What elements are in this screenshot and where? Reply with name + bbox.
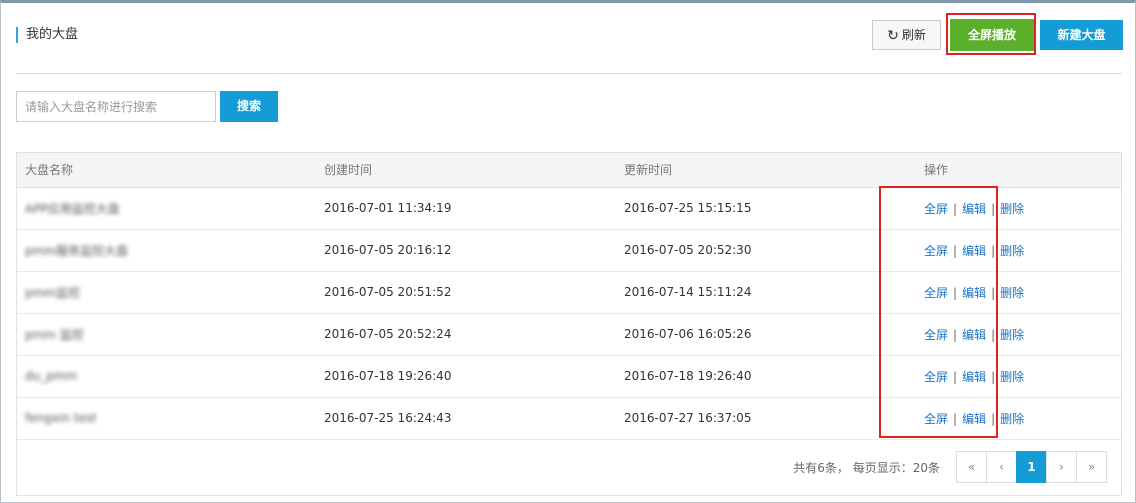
delete-link[interactable]: 删除 bbox=[1000, 286, 1024, 300]
table-header-row: 大盘名称 创建时间 更新时间 操作 bbox=[17, 153, 1121, 188]
dashboard-name-text: pmm监控 bbox=[25, 285, 80, 300]
next-page-button[interactable]: › bbox=[1046, 451, 1077, 483]
refresh-label: 刷新 bbox=[901, 28, 926, 42]
delete-link[interactable]: 删除 bbox=[1000, 412, 1024, 426]
dashboard-name-text: fengxin test bbox=[25, 411, 97, 425]
header-divider bbox=[16, 73, 1122, 74]
dashboard-name-text: pmm服务监控大盘 bbox=[25, 243, 128, 258]
column-header-created: 创建时间 bbox=[316, 153, 616, 188]
dashboard-name-text: du_pmm bbox=[25, 369, 78, 383]
created-time: 2016-07-05 20:51:52 bbox=[316, 271, 616, 314]
created-time: 2016-07-05 20:52:24 bbox=[316, 313, 616, 356]
page-1-button[interactable]: 1 bbox=[1016, 451, 1047, 483]
dashboard-name-text: APP应用监控大盘 bbox=[25, 201, 120, 216]
search-button[interactable]: 搜索 bbox=[220, 91, 278, 122]
dashboard-name-text: pmm 监控 bbox=[25, 327, 84, 342]
created-time: 2016-07-18 19:26:40 bbox=[316, 355, 616, 398]
pagination: « ‹ 1 › » bbox=[956, 451, 1107, 483]
actions-highlight-box bbox=[879, 186, 998, 438]
column-header-actions: 操作 bbox=[916, 153, 1121, 188]
updated-time: 2016-07-14 15:11:24 bbox=[616, 271, 916, 314]
refresh-icon: ↻ bbox=[887, 28, 899, 44]
created-time: 2016-07-01 11:34:19 bbox=[316, 187, 616, 230]
created-time: 2016-07-05 20:16:12 bbox=[316, 229, 616, 272]
last-page-button[interactable]: » bbox=[1076, 451, 1107, 483]
dashboard-name: du_pmm bbox=[17, 355, 316, 398]
pagination-summary: 共有6条， 每页显示：20条 bbox=[793, 461, 940, 475]
updated-time: 2016-07-05 20:52:30 bbox=[616, 229, 916, 272]
prev-page-button[interactable]: ‹ bbox=[986, 451, 1017, 483]
updated-time: 2016-07-18 19:26:40 bbox=[616, 355, 916, 398]
dashboard-name: pmm服务监控大盘 bbox=[17, 229, 316, 272]
dashboard-name: pmm监控 bbox=[17, 271, 316, 314]
dashboard-name: APP应用监控大盘 bbox=[17, 187, 316, 230]
delete-link[interactable]: 删除 bbox=[1000, 370, 1024, 384]
delete-link[interactable]: 删除 bbox=[1000, 202, 1024, 216]
first-page-button[interactable]: « bbox=[956, 451, 987, 483]
column-header-name: 大盘名称 bbox=[17, 153, 316, 188]
updated-time: 2016-07-25 15:15:15 bbox=[616, 187, 916, 230]
refresh-button[interactable]: ↻ 刷新 bbox=[872, 20, 941, 50]
new-dashboard-button[interactable]: 新建大盘 bbox=[1040, 20, 1123, 50]
dashboard-name: fengxin test bbox=[17, 397, 316, 440]
dashboard-name: pmm 监控 bbox=[17, 313, 316, 356]
page-title: 我的大盘 bbox=[16, 27, 78, 43]
updated-time: 2016-07-27 16:37:05 bbox=[616, 397, 916, 440]
created-time: 2016-07-25 16:24:43 bbox=[316, 397, 616, 440]
delete-link[interactable]: 删除 bbox=[1000, 328, 1024, 342]
fullscreen-play-button[interactable]: 全屏播放 bbox=[950, 19, 1034, 51]
search-input[interactable] bbox=[16, 91, 216, 122]
delete-link[interactable]: 删除 bbox=[1000, 244, 1024, 258]
column-header-updated: 更新时间 bbox=[616, 153, 916, 188]
updated-time: 2016-07-06 16:05:26 bbox=[616, 313, 916, 356]
